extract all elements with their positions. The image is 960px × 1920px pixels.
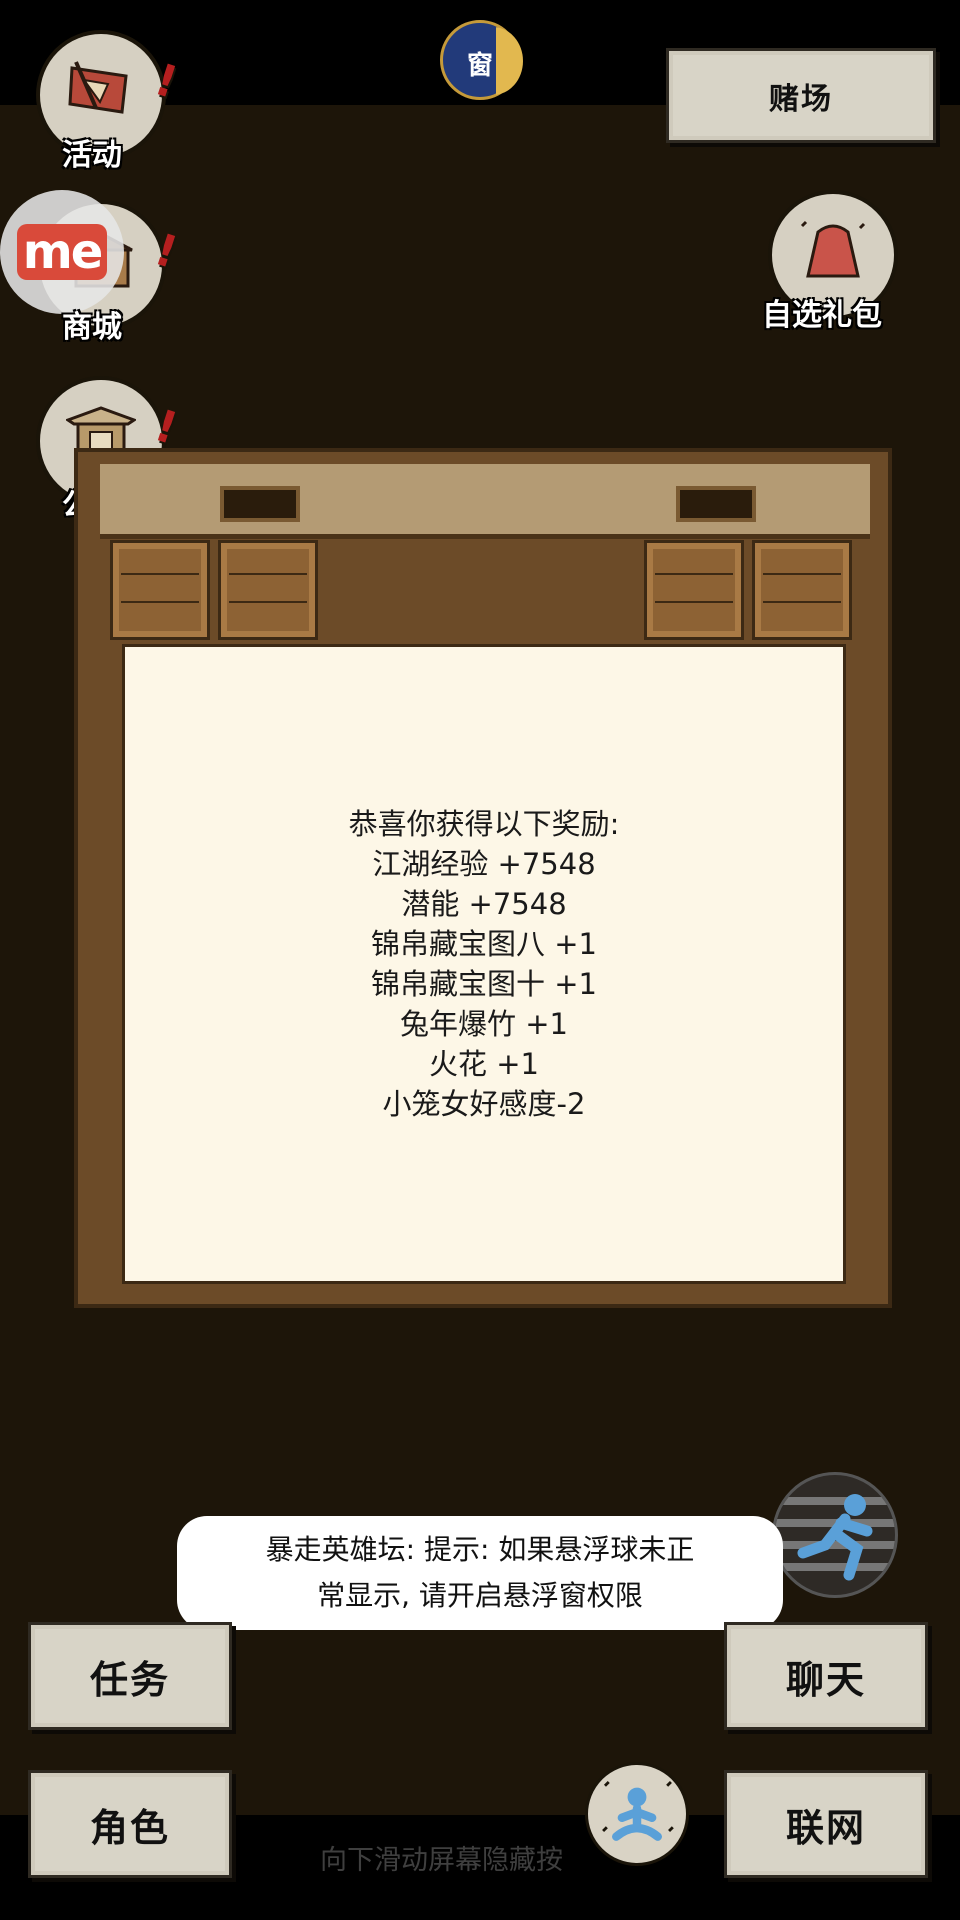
- toast-line-2: 常显示, 请开启悬浮窗权限: [317, 1579, 643, 1612]
- me-logo[interactable]: me: [0, 190, 124, 314]
- me-logo-text: me: [16, 224, 108, 280]
- chat-button[interactable]: 聊天: [724, 1622, 928, 1730]
- runner-icon: [797, 1494, 873, 1581]
- reward-item: 火花 +1: [429, 1047, 539, 1081]
- wall-vent: [676, 486, 756, 522]
- reward-item: 兔年爆竹 +1: [400, 1007, 568, 1041]
- room-frame: 恭喜你获得以下奖励: 江湖经验 +7548 潜能 +7548 锦帛藏宝图八 +1…: [74, 448, 892, 1308]
- activity-label: 活动: [62, 138, 122, 173]
- cabinet: [752, 540, 852, 640]
- wall-vent: [220, 486, 300, 522]
- scroll-flag-icon: [68, 61, 128, 114]
- reward-item: 小笼女好感度-2: [382, 1087, 586, 1121]
- reward-panel[interactable]: 恭喜你获得以下奖励: 江湖经验 +7548 潜能 +7548 锦帛藏宝图八 +1…: [122, 644, 846, 1284]
- cabinet: [218, 540, 318, 640]
- meditate-button[interactable]: [585, 1762, 689, 1866]
- reward-item: 锦帛藏宝图八 +1: [371, 927, 597, 961]
- moon-window-icon[interactable]: 窗: [440, 20, 523, 100]
- task-button[interactable]: 任务: [28, 1622, 232, 1730]
- toast-line-1: 暴走英雄坛: 提示: 如果悬浮球未正: [265, 1533, 695, 1566]
- window-glyph: 窗: [467, 51, 494, 81]
- shop-label: 商城: [62, 310, 122, 345]
- network-button[interactable]: 联网: [724, 1770, 928, 1878]
- reward-item: 潜能 +7548: [401, 887, 567, 921]
- role-button[interactable]: 角色: [28, 1770, 232, 1878]
- reward-item: 锦帛藏宝图十 +1: [371, 967, 597, 1001]
- swipe-hint: 向下滑动屏幕隐藏按: [320, 1845, 563, 1876]
- room-wall: [100, 464, 870, 539]
- auto-run-button[interactable]: [772, 1472, 898, 1598]
- casino-button[interactable]: 赌场: [666, 48, 936, 143]
- floating-window-toast: 暴走英雄坛: 提示: 如果悬浮球未正 常显示, 请开启悬浮窗权限: [177, 1516, 783, 1630]
- cabinet: [644, 540, 744, 640]
- gift-pack-label: 自选礼包: [762, 298, 882, 333]
- gift-bag-icon: [800, 220, 866, 278]
- reward-item: 江湖经验 +7548: [372, 847, 596, 881]
- meditation-icon: [602, 1780, 674, 1841]
- cabinet: [110, 540, 210, 640]
- reward-title: 恭喜你获得以下奖励:: [348, 807, 620, 841]
